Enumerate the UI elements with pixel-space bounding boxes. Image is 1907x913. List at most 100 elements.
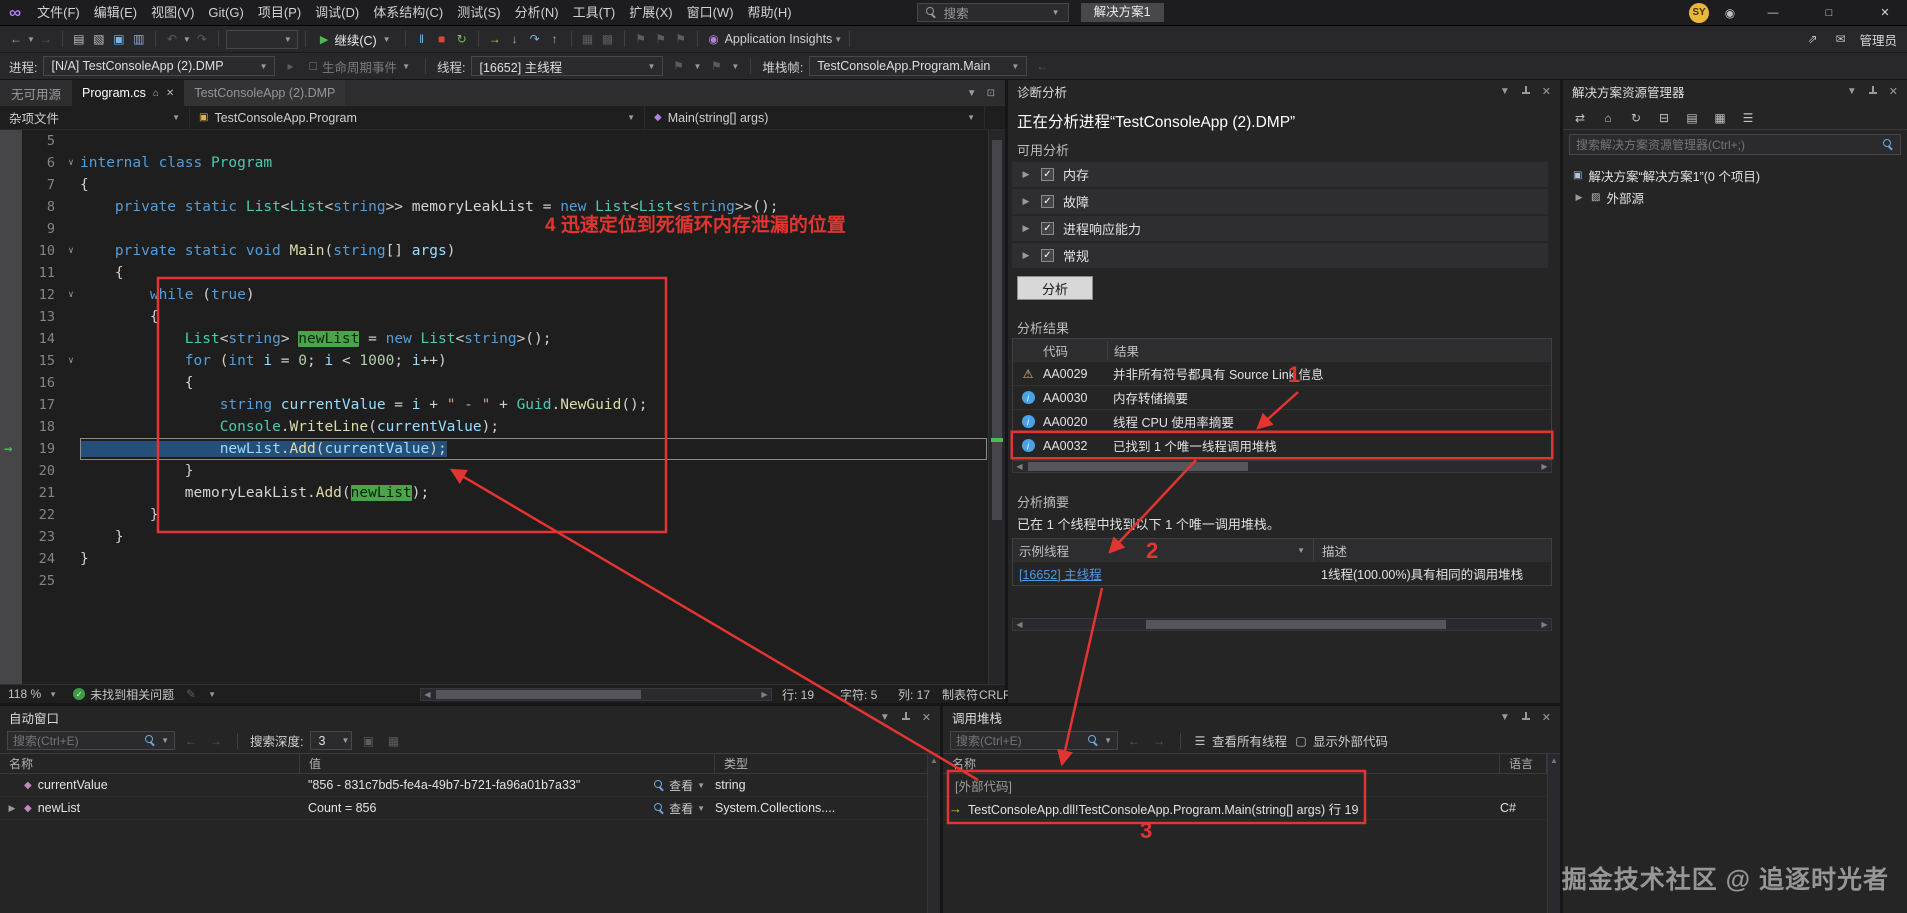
pin-icon[interactable] <box>1868 86 1878 96</box>
pin-icon[interactable] <box>1521 86 1531 96</box>
thread-row[interactable]: [16652] 主线程 1线程(100.00%)具有相同的调用堆栈 <box>1013 561 1551 585</box>
search-forward-icon[interactable]: → <box>207 731 225 751</box>
flagged-chevron-icon[interactable]: ▼ <box>731 62 739 71</box>
redo-icon[interactable]: ↷ <box>193 29 211 49</box>
flagged-only-icon[interactable]: ⚑ <box>707 56 725 76</box>
close-button[interactable]: ✕ <box>1863 0 1907 25</box>
search-back-icon[interactable]: ← <box>1125 731 1143 751</box>
editor-horizontal-scrollbar[interactable]: ◀ ▶ <box>420 688 772 701</box>
health-status[interactable]: 未找到相关问题 <box>90 686 174 703</box>
chevron-down-icon[interactable]: ▼ <box>1104 736 1112 745</box>
panel-title-bar[interactable]: 调用堆栈 ▼ ✕ <box>943 706 1560 728</box>
menu-item[interactable]: 窗口(W) <box>680 0 741 25</box>
application-insights-chevron-icon[interactable]: ▼ <box>834 35 842 44</box>
menu-item[interactable]: 帮助(H) <box>741 0 799 25</box>
menu-item[interactable]: 扩展(X) <box>622 0 679 25</box>
tab-program-cs[interactable]: Program.cs ⌂ ✕ <box>72 80 185 106</box>
collapse-all-icon[interactable]: ⊟ <box>1655 108 1673 128</box>
tab-list-chevron-icon[interactable]: ▼ <box>967 88 977 99</box>
chevron-down-icon[interactable]: ▼ <box>1847 86 1857 97</box>
autos-search-box[interactable]: ▼ <box>7 731 175 750</box>
code-line[interactable]: 13 { <box>0 306 1005 328</box>
diagnostic-tools-icon[interactable]: ▦ <box>579 29 597 49</box>
undo-chevron-icon[interactable]: ▼ <box>183 35 191 44</box>
code-line[interactable]: 15 ∨ for (int i = 0; i < 1000; i++) <box>0 350 1005 372</box>
process-step-icon[interactable]: ▸ <box>281 56 299 76</box>
available-analysis-row[interactable]: ▶ ✓ 故障 <box>1012 189 1548 214</box>
call-stack-vertical-scrollbar[interactable]: ▲ <box>1547 754 1560 913</box>
frame-back-icon[interactable]: ← <box>1033 56 1051 76</box>
search-back-icon[interactable]: ← <box>182 731 200 751</box>
expander-icon[interactable]: ▶ <box>1020 196 1032 207</box>
code-line[interactable]: 6 ∨ internal class Program <box>0 152 1005 174</box>
tree-item-external-sources[interactable]: ▶ ▨ 外部源 <box>1563 186 1907 208</box>
search-depth-dropdown[interactable]: 3 ▼ <box>310 731 353 750</box>
restart-icon[interactable]: ↻ <box>453 29 471 49</box>
menu-item[interactable]: 体系结构(C) <box>366 0 450 25</box>
process-dropdown[interactable]: [N/A] TestConsoleApp (2).DMP ▼ <box>43 56 276 76</box>
float-window-icon[interactable]: ⊡ <box>987 88 995 99</box>
solution-search-box[interactable] <box>1569 134 1901 155</box>
view-all-threads-button[interactable]: ☰ 查看所有线程 <box>1193 731 1287 751</box>
panel-title-bar[interactable]: 诊断分析 ▼ ✕ <box>1008 80 1560 102</box>
tree-item-solution[interactable]: ▣ 解决方案“解决方案1”(0 个项目) <box>1563 164 1907 186</box>
home-icon[interactable]: ⌂ <box>153 88 159 99</box>
threads-header-row[interactable]: 示例线程 ▼ 描述 <box>1013 539 1551 561</box>
menu-item[interactable]: 工具(T) <box>566 0 623 25</box>
code-line[interactable]: 10 ∨ private static void Main(string[] ar… <box>0 240 1005 262</box>
type-dropdown[interactable]: ▣ TestConsoleApp.Program ▼ <box>190 106 645 129</box>
autos-search-input[interactable] <box>13 733 141 748</box>
open-file-icon[interactable]: ▧ <box>90 29 108 49</box>
expander-icon[interactable]: ▶ <box>1020 169 1032 180</box>
results-header-row[interactable]: 代码 结果 <box>1013 339 1551 361</box>
step-over-icon[interactable]: ↷ <box>526 29 544 49</box>
available-analysis-row[interactable]: ▶ ✓ 进程响应能力 <box>1012 216 1548 241</box>
menu-item[interactable]: 分析(N) <box>508 0 566 25</box>
code-line[interactable]: 22 } <box>0 504 1005 526</box>
pin-icon[interactable] <box>1521 712 1531 722</box>
menu-item[interactable]: 项目(P) <box>251 0 308 25</box>
variable-row[interactable]: ◆ currentValue "856 - 831c7bd5-fe4a-49b7-b… <box>0 774 940 797</box>
status-eol[interactable]: CRLF <box>979 685 1010 704</box>
share-icon[interactable]: ⇗ <box>1803 29 1821 49</box>
save-all-icon[interactable]: ▥ <box>130 29 148 49</box>
maximize-button[interactable]: □ <box>1807 0 1851 25</box>
close-icon[interactable]: ✕ <box>1542 711 1551 724</box>
expander-icon[interactable]: ▶ <box>1020 223 1032 234</box>
bookmark-add-icon[interactable]: ⚑ <box>632 29 650 49</box>
search-forward-icon[interactable]: → <box>1150 731 1168 751</box>
menu-item[interactable]: 编辑(E) <box>87 0 144 25</box>
fold-chevron-icon[interactable]: ∨ <box>62 350 80 372</box>
panel-horizontal-scrollbar[interactable]: ◀ ▶ <box>1012 618 1552 631</box>
expander-icon[interactable]: ▶ <box>1020 250 1032 261</box>
nav-back-chevron-icon[interactable]: ▼ <box>27 35 35 44</box>
panel-title-bar[interactable]: 解决方案资源管理器 ▼ ✕ <box>1563 80 1907 102</box>
expander-icon[interactable]: ▶ <box>1573 192 1585 203</box>
new-file-icon[interactable]: ▤ <box>70 29 88 49</box>
show-external-code-button[interactable]: ▢ 显示外部代码 <box>1294 731 1388 751</box>
feedback-icon[interactable]: ◉ <box>1721 3 1739 23</box>
zoom-chevron-icon[interactable]: ▼ <box>49 690 57 699</box>
stack-frame-dropdown[interactable]: TestConsoleApp.Program.Main ▼ <box>809 56 1028 76</box>
chevron-down-icon[interactable]: ▼ <box>880 712 890 723</box>
step-out-icon[interactable]: ↑ <box>546 29 564 49</box>
thread-link[interactable]: [16652] 主线程 <box>1019 564 1102 583</box>
panel-title-bar[interactable]: 自动窗口 ▼ ✕ <box>0 706 940 728</box>
stack-frame-row[interactable]: → TestConsoleApp.dll!TestConsoleApp.Progr… <box>943 797 1560 820</box>
code-line[interactable]: 5 <box>0 130 1005 152</box>
watch-window-icon[interactable]: ▩ <box>599 29 617 49</box>
flag-chevron-icon[interactable]: ▼ <box>693 62 701 71</box>
switch-views-icon[interactable]: ⇄ <box>1571 108 1589 128</box>
analysis-result-row[interactable]: i AA0032 已找到 1 个唯一线程调用堆栈 <box>1013 433 1551 457</box>
close-icon[interactable]: ✕ <box>1542 85 1551 98</box>
call-stack-search-box[interactable]: ▼ <box>950 731 1118 750</box>
project-dropdown[interactable]: 杂项文件 ▼ <box>0 106 190 129</box>
show-next-statement-icon[interactable]: → <box>486 29 504 49</box>
fold-chevron-icon[interactable]: ∨ <box>62 240 80 262</box>
autos-vertical-scrollbar[interactable]: ▲ <box>927 754 940 913</box>
chevron-down-icon[interactable]: ▼ <box>697 804 705 813</box>
code-line[interactable]: 7{ <box>0 174 1005 196</box>
analysis-result-row[interactable]: i AA0020 线程 CPU 使用率摘要 <box>1013 409 1551 433</box>
status-tabs[interactable]: 制表符 <box>942 685 978 704</box>
chevron-down-icon[interactable]: ▼ <box>1500 86 1510 97</box>
